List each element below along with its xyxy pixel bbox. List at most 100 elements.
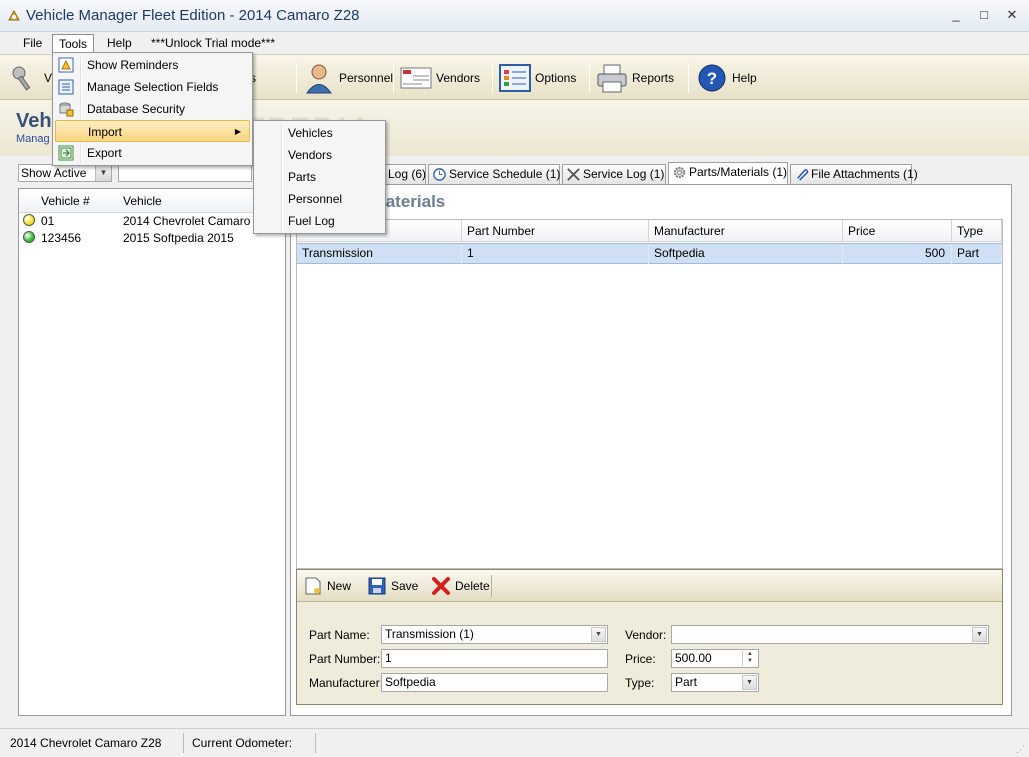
type-select[interactable]: Part ▼ <box>671 673 759 692</box>
part-name-select[interactable]: Transmission (1) ▼ <box>381 625 608 644</box>
business-card-icon <box>400 62 432 94</box>
tab-label: Service Schedule (1) <box>449 167 561 181</box>
type-label: Type: <box>625 676 655 690</box>
delete-label: Delete <box>455 579 490 593</box>
menu-item-database-security[interactable]: Database Security <box>55 98 250 120</box>
spinner-arrows-icon[interactable]: ▲ ▼ <box>742 651 757 666</box>
export-icon <box>58 145 74 161</box>
person-icon <box>303 62 335 94</box>
column-price[interactable]: Price <box>843 220 952 242</box>
menu-item-label: Manage Selection Fields <box>87 80 219 94</box>
save-button[interactable]: Save <box>367 575 418 597</box>
grid-header: Part Number Manufacturer Price Type <box>297 220 1002 242</box>
menu-unlock-trial[interactable]: ***Unlock Trial mode*** <box>145 34 281 53</box>
options-button[interactable]: Options <box>499 60 576 96</box>
personnel-button[interactable]: Personnel <box>303 60 393 96</box>
app-icon <box>8 9 20 21</box>
column-part-number[interactable]: Part Number <box>462 220 649 242</box>
vendors-button[interactable]: Vendors <box>400 60 480 96</box>
chevron-down-icon[interactable]: ▼ <box>742 675 757 690</box>
toolbar-separator <box>393 63 394 93</box>
menu-bar: File Tools Help ***Unlock Trial mode*** <box>0 32 1029 54</box>
price-input[interactable]: 500.00 ▲ ▼ <box>671 649 759 668</box>
vehicle-list-panel: Show Active ▼ Vehicle # Vehicle 01 2014 … <box>12 160 288 716</box>
tab-parts-materials[interactable]: Parts/Materials (1) <box>668 162 788 184</box>
reports-button[interactable]: Reports <box>596 60 674 96</box>
manufacturer-input[interactable]: Softpedia <box>381 673 608 692</box>
save-label: Save <box>391 579 419 593</box>
manufacturer-value: Softpedia <box>385 675 436 689</box>
editor-toolbar: New Save Delete <box>297 570 1002 602</box>
tab-fuel-log[interactable]: Log (6) <box>384 164 426 184</box>
menu-item-export[interactable]: Export <box>55 142 250 164</box>
menu-file[interactable]: File <box>17 34 48 53</box>
price-value: 500.00 <box>675 651 712 665</box>
part-name-value: Transmission (1) <box>385 627 474 641</box>
chevron-down-icon[interactable]: ▼ <box>95 165 111 181</box>
tab-file-attachments[interactable]: File Attachments (1) <box>790 164 918 184</box>
table-row[interactable]: Transmission 1 Softpedia 500 Part <box>297 243 1002 264</box>
toolbar-separator <box>688 63 689 93</box>
menu-item-label: Export <box>87 146 122 160</box>
database-lock-icon <box>59 102 74 117</box>
help-icon: ? <box>696 62 728 94</box>
chevron-right-icon: ▶ <box>234 127 241 136</box>
close-button[interactable]: ✕ <box>1002 6 1022 24</box>
chevron-down-icon[interactable]: ▼ <box>591 627 606 642</box>
new-document-icon <box>305 577 321 595</box>
vehicle-row[interactable]: 123456 2015 Softpedia 2015 <box>19 230 285 247</box>
status-vehicle: 2014 Chevrolet Camaro Z28 (01) <box>4 733 184 757</box>
chevron-down-icon[interactable]: ▼ <box>972 627 987 642</box>
menu-item-import[interactable]: Import ▶ <box>55 120 250 142</box>
vendor-select[interactable]: ▼ <box>671 625 989 644</box>
menu-item-manage-selection-fields[interactable]: Manage Selection Fields <box>55 76 250 98</box>
submenu-item-vendors[interactable]: Vendors <box>256 144 382 166</box>
title-bar: Vehicle Manager Fleet Edition - 2014 Cam… <box>0 0 1029 32</box>
menu-item-label: Import <box>88 125 123 139</box>
help-button[interactable]: ? Help <box>696 60 757 96</box>
tab-label: Parts/Materials (1) <box>689 165 788 179</box>
tab-label: Log (6) <box>388 167 427 181</box>
svg-text:?: ? <box>707 69 717 88</box>
maximize-button[interactable]: □ <box>974 6 994 24</box>
tab-service-schedule[interactable]: Service Schedule (1) <box>428 164 560 184</box>
submenu-item-personnel[interactable]: Personnel <box>256 188 382 210</box>
column-vehicle[interactable]: Vehicle <box>123 194 162 208</box>
minimize-button[interactable]: _ <box>946 6 966 24</box>
menu-item-label: Show Reminders <box>87 58 179 72</box>
column-type[interactable]: Type <box>952 220 1002 242</box>
column-manufacturer[interactable]: Manufacturer <box>649 220 843 242</box>
personnel-label: Personnel <box>339 71 394 85</box>
new-button[interactable]: New <box>303 575 351 597</box>
keys-icon <box>8 62 40 94</box>
page-subtitle-link[interactable]: Manag <box>16 133 50 145</box>
part-number-input[interactable]: 1 <box>381 649 608 668</box>
submenu-item-parts[interactable]: Parts <box>256 166 382 188</box>
vehicle-name: 2015 Softpedia 2015 <box>123 231 234 245</box>
toolbar-separator <box>589 63 590 93</box>
filter-select[interactable]: Show Active ▼ <box>18 164 112 182</box>
vehicle-search-input[interactable] <box>118 164 252 182</box>
part-number-label: Part Number: <box>309 652 381 666</box>
submenu-item-fuel-log[interactable]: Fuel Log <box>256 210 382 232</box>
resize-grip-icon[interactable]: ⋰ <box>1016 744 1025 755</box>
filter-value: Show Active <box>21 166 87 180</box>
menu-tools[interactable]: Tools <box>52 34 95 53</box>
part-name-label: Part Name: <box>309 628 370 642</box>
cell-name: Transmission <box>297 244 462 264</box>
vehicles-button[interactable]: V <box>8 60 52 96</box>
vehicle-row[interactable]: 01 2014 Chevrolet Camaro Z28 <box>19 213 285 230</box>
cell-type: Part <box>952 244 1002 264</box>
menu-help[interactable]: Help <box>101 34 138 53</box>
cell-price: 500 <box>843 244 952 264</box>
menu-item-show-reminders[interactable]: Show Reminders <box>55 54 250 76</box>
submenu-item-vehicles[interactable]: Vehicles <box>256 122 382 144</box>
vehicle-list: Vehicle # Vehicle 01 2014 Chevrolet Cama… <box>18 188 286 716</box>
vehicles-label: V <box>44 71 53 85</box>
cell-manufacturer: Softpedia <box>649 244 843 264</box>
delete-button[interactable]: Delete <box>431 575 490 597</box>
tab-label: File Attachments (1) <box>811 167 918 181</box>
clock-icon <box>433 168 446 181</box>
column-vehicle-number[interactable]: Vehicle # <box>41 194 90 208</box>
tab-service-log[interactable]: Service Log (1) <box>562 164 666 184</box>
